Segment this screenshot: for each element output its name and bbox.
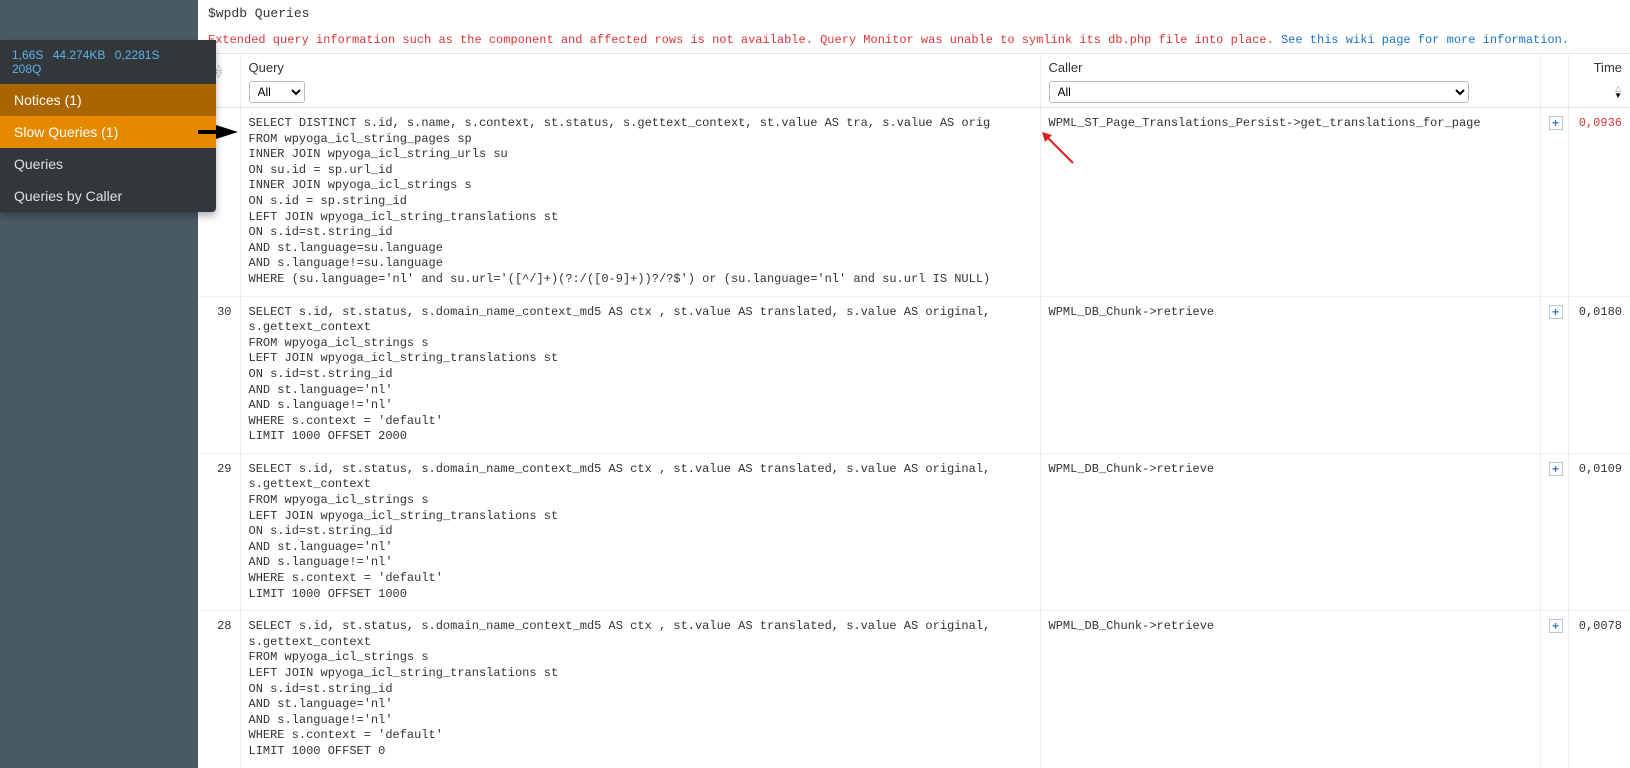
expand-button[interactable]: + [1549,116,1563,130]
table-row: 29SELECT s.id, st.status, s.domain_name_… [198,453,1630,610]
stat-memory: 44.274KB [53,48,106,62]
row-caller: WPML_DB_Chunk->retrieve [1040,453,1540,610]
expand-button[interactable]: + [1549,462,1563,476]
query-monitor-sidebar: 1,66S 44.274KB 0,2281S 208Q Notices (1)S… [0,40,216,212]
col-time-header[interactable]: Time △▼ [1568,54,1630,108]
row-time: 0,0936 [1568,108,1630,297]
query-header-label: Query [249,60,1032,77]
queries-table: △▽ Query All Caller All [198,54,1630,768]
row-index: 30 [198,296,240,453]
row-expand-cell: + [1540,108,1568,297]
sort-time-icon[interactable]: △▼ [1614,81,1622,99]
sidebar-item-3[interactable]: Queries by Caller [0,180,216,212]
col-caller-header: Caller All [1040,54,1540,108]
sidebar-item-1[interactable]: Slow Queries (1) [0,116,216,148]
expand-button[interactable]: + [1549,619,1563,633]
row-expand-cell: + [1540,611,1568,768]
sidebar-item-2[interactable]: Queries [0,148,216,180]
pointer-arrow-icon [216,125,238,139]
warning-link[interactable]: See this wiki page for more information. [1281,33,1569,47]
table-row: 30SELECT s.id, st.status, s.domain_name_… [198,296,1630,453]
caller-filter-select[interactable]: All [1049,81,1469,103]
warning-bar: Extended query information such as the c… [198,27,1630,54]
row-query: SELECT s.id, st.status, s.domain_name_co… [240,611,1040,768]
row-expand-cell: + [1540,453,1568,610]
sidebar-item-0[interactable]: Notices (1) [0,84,216,116]
row-time: 0,0180 [1568,296,1630,453]
expand-button[interactable]: + [1549,305,1563,319]
table-row: SELECT DISTINCT s.id, s.name, s.context,… [198,108,1630,297]
panel-title: $wpdb Queries [198,0,1630,27]
stat-time-db: 0,2281S [115,48,160,62]
row-caller: WPML_DB_Chunk->retrieve [1040,611,1540,768]
row-index: 29 [198,453,240,610]
time-header-label: Time [1594,60,1622,77]
row-query: SELECT DISTINCT s.id, s.name, s.context,… [240,108,1040,297]
row-query: SELECT s.id, st.status, s.domain_name_co… [240,453,1040,610]
row-query: SELECT s.id, st.status, s.domain_name_co… [240,296,1040,453]
stat-query-count: 208Q [12,62,41,76]
row-caller: WPML_DB_Chunk->retrieve [1040,296,1540,453]
col-query-header: Query All [240,54,1040,108]
row-time: 0,0109 [1568,453,1630,610]
row-time: 0,0078 [1568,611,1630,768]
row-caller: WPML_ST_Page_Translations_Persist->get_t… [1040,108,1540,297]
row-index: 28 [198,611,240,768]
caller-header-label: Caller [1049,60,1532,77]
col-expand-header [1540,54,1568,108]
sidebar-stats: 1,66S 44.274KB 0,2281S 208Q [0,40,216,84]
main-panel: $wpdb Queries Extended query information… [198,0,1630,768]
table-row: 28SELECT s.id, st.status, s.domain_name_… [198,611,1630,768]
row-expand-cell: + [1540,296,1568,453]
warning-text: Extended query information such as the c… [208,33,1281,47]
stat-time-total: 1,66S [12,48,43,62]
query-filter-select[interactable]: All [249,81,305,103]
